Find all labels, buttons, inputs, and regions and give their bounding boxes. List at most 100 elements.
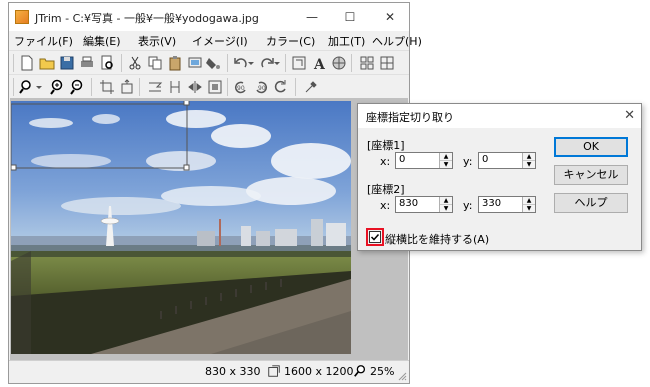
- frame-icon[interactable]: [207, 79, 223, 95]
- menu-help[interactable]: ヘルプ(H): [372, 33, 422, 49]
- menu-edit[interactable]: 編集(E): [83, 33, 121, 49]
- zoom-dropdown-icon[interactable]: [35, 79, 43, 95]
- spin-down-icon[interactable]: ▼: [440, 161, 452, 168]
- spin-down-icon[interactable]: ▼: [440, 205, 452, 212]
- toolbar-secondary: 90 90: [9, 74, 409, 99]
- x2-label: x:: [380, 199, 391, 212]
- open-icon[interactable]: [39, 55, 55, 71]
- keep-aspect-label[interactable]: 縦横比を維持する(A): [385, 231, 489, 247]
- x1-spin-buttons[interactable]: ▲ ▼: [439, 153, 452, 168]
- image-size-icon: [268, 365, 280, 377]
- x2-spin-buttons[interactable]: ▲ ▼: [439, 197, 452, 212]
- spin-up-icon[interactable]: ▲: [440, 197, 452, 205]
- toolbar-separator: [295, 78, 296, 96]
- y2-spin-buttons[interactable]: ▲ ▼: [522, 197, 535, 212]
- window-title: JTrim - C:¥写真 - 一般¥一般¥yodogawa.jpg: [35, 12, 259, 25]
- save-icon[interactable]: [59, 55, 75, 71]
- svg-text:90: 90: [258, 85, 266, 92]
- close-button[interactable]: ✕: [371, 3, 409, 31]
- new-icon[interactable]: [19, 55, 35, 71]
- redo-dropdown-icon[interactable]: [273, 55, 281, 71]
- rotate-free-icon[interactable]: [273, 79, 289, 95]
- checkmark-icon: [370, 233, 380, 241]
- image-canvas[interactable]: [10, 98, 408, 360]
- selection-size: 830 x 330: [205, 365, 261, 378]
- y2-spinner[interactable]: 330 ▲ ▼: [478, 196, 536, 213]
- toolbar-separator: [121, 54, 122, 72]
- rotate-left-90-icon[interactable]: 90: [233, 79, 249, 95]
- menu-image[interactable]: イメージ(I): [192, 33, 248, 49]
- fill-icon[interactable]: [205, 55, 221, 71]
- flip-horizontal-icon[interactable]: [147, 79, 163, 95]
- toolbar-separator: [285, 54, 286, 72]
- print-preview-icon[interactable]: [99, 55, 115, 71]
- svg-text:A: A: [313, 57, 326, 71]
- x2-spinner[interactable]: 830 ▲ ▼: [395, 196, 453, 213]
- toolbar-separator: [227, 54, 228, 72]
- title-bar: JTrim - C:¥写真 - 一般¥一般¥yodogawa.jpg — ☐ ✕: [9, 3, 409, 31]
- crop-coordinate-icon[interactable]: [119, 79, 135, 95]
- minimize-button[interactable]: —: [293, 3, 331, 31]
- x1-label: x:: [380, 155, 391, 168]
- spin-up-icon[interactable]: ▲: [523, 153, 535, 161]
- resize-grip-icon[interactable]: [397, 371, 407, 381]
- undo-dropdown-icon[interactable]: [247, 55, 255, 71]
- y1-spinner[interactable]: 0 ▲ ▼: [478, 152, 536, 169]
- menu-file[interactable]: ファイル(F): [14, 33, 73, 49]
- toolbar-separator: [139, 78, 140, 96]
- group2-label: [座標2]: [367, 183, 405, 196]
- x1-spinner[interactable]: 0 ▲ ▼: [395, 152, 453, 169]
- spin-down-icon[interactable]: ▼: [523, 205, 535, 212]
- menu-view[interactable]: 表示(V): [138, 33, 176, 49]
- y1-spin-buttons[interactable]: ▲ ▼: [522, 153, 535, 168]
- menu-bar: ファイル(F) 編集(E) 表示(V) イメージ(I) カラー(C) 加工(T)…: [9, 31, 422, 49]
- sphere-icon[interactable]: [331, 55, 347, 71]
- menu-process[interactable]: 加工(T): [328, 33, 365, 49]
- print-icon[interactable]: [79, 55, 95, 71]
- cancel-button[interactable]: キャンセル: [554, 165, 628, 185]
- status-bar: 830 x 330 1600 x 1200 25%: [9, 360, 409, 383]
- mirror-icon[interactable]: [187, 79, 203, 95]
- y1-value[interactable]: 0: [482, 154, 488, 165]
- y1-label: y:: [463, 155, 473, 168]
- x2-value[interactable]: 830: [399, 198, 418, 209]
- y2-label: y:: [463, 199, 473, 212]
- text-icon[interactable]: A: [311, 55, 327, 71]
- zoom-icon[interactable]: [19, 79, 35, 95]
- thumbnail-icon[interactable]: [359, 55, 375, 71]
- keep-aspect-checkbox[interactable]: [369, 231, 381, 243]
- layout-icon[interactable]: [379, 55, 395, 71]
- cut-icon[interactable]: [127, 55, 143, 71]
- x1-value[interactable]: 0: [399, 154, 405, 165]
- jtrim-window: JTrim - C:¥写真 - 一般¥一般¥yodogawa.jpg — ☐ ✕…: [8, 2, 422, 384]
- toolbar-grip: [13, 78, 14, 96]
- help-button[interactable]: ヘルプ: [554, 193, 628, 213]
- photo-yodogawa[interactable]: [11, 101, 351, 354]
- group1-label: [座標1]: [367, 139, 405, 152]
- eyedropper-icon[interactable]: [303, 79, 319, 95]
- capture-icon[interactable]: [187, 55, 203, 71]
- zoom-level: 25%: [370, 365, 395, 378]
- y2-value[interactable]: 330: [482, 198, 501, 209]
- crop-icon[interactable]: [99, 79, 115, 95]
- menu-color[interactable]: カラー(C): [266, 33, 315, 49]
- maximize-button[interactable]: ☐: [331, 3, 369, 31]
- flip-vertical-icon[interactable]: [167, 79, 183, 95]
- spin-up-icon[interactable]: ▲: [523, 197, 535, 205]
- toolbar-grip: [13, 54, 14, 72]
- copy-icon[interactable]: [147, 55, 163, 71]
- spin-up-icon[interactable]: ▲: [440, 153, 452, 161]
- toolbar-separator: [227, 78, 228, 96]
- ok-button[interactable]: OK: [554, 137, 628, 157]
- zoom-out-icon[interactable]: [69, 79, 85, 95]
- dialog-title-bar: 座標指定切り取り ✕: [358, 104, 641, 128]
- spin-down-icon[interactable]: ▼: [523, 161, 535, 168]
- zoom-in-icon[interactable]: [49, 79, 65, 95]
- resize-icon[interactable]: [291, 55, 307, 71]
- svg-text:90: 90: [237, 85, 245, 92]
- rotate-right-90-icon[interactable]: 90: [253, 79, 269, 95]
- dialog-close-button[interactable]: ✕: [624, 108, 635, 123]
- photo-image: [11, 101, 351, 354]
- paste-icon[interactable]: [167, 55, 183, 71]
- image-size: 1600 x 1200: [284, 365, 354, 378]
